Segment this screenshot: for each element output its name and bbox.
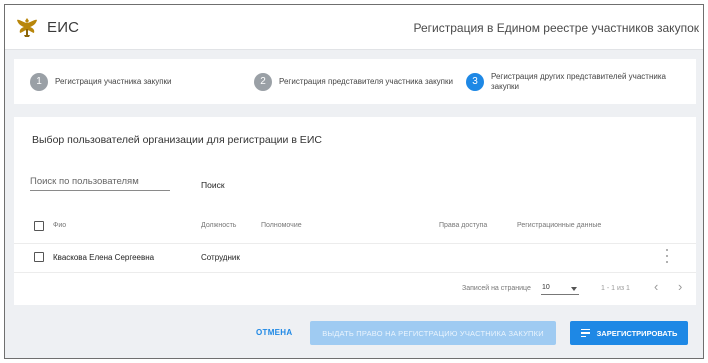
more-vert-icon[interactable] [664,249,670,263]
grant-registration-right-button[interactable]: ВЫДАТЬ ПРАВО НА РЕГИСТРАЦИЮ УЧАСТНИКА ЗА… [310,321,556,345]
step-label: Регистрация других представителей участн… [491,71,666,91]
column-header-position[interactable]: Должность [201,222,236,229]
app-window: ЕИС Регистрация в Едином реестре участни… [4,4,704,359]
divider [14,272,696,273]
eagle-emblem-icon [17,18,37,37]
step-3-active[interactable]: 3 Регистрация других представителей учас… [466,59,692,104]
register-button[interactable]: ЗАРЕГИСТРИРОВАТЬ [570,321,688,345]
cell-fio: Кваскова Елена Сергеевна [53,253,155,262]
chevron-left-icon[interactable]: ‹ [654,280,658,294]
step-number: 2 [254,72,272,91]
footer-actions: ОТМЕНА ВЫДАТЬ ПРАВО НА РЕГИСТРАЦИЮ УЧАСТ… [5,310,703,358]
row-checkbox[interactable] [34,252,44,262]
chevron-right-icon[interactable]: › [678,280,682,294]
select-all-checkbox[interactable] [34,221,44,231]
page-title: Регистрация в Едином реестре участников … [413,21,700,35]
column-header-fio[interactable]: Фио [53,222,66,229]
step-1[interactable]: 1 Регистрация участника закупки [30,59,172,104]
step-number: 3 [466,72,484,91]
column-header-access[interactable]: Права доступа [439,222,487,229]
pagination-range: 1 - 1 из 1 [601,285,630,292]
users-card: Выбор пользователей организации для реги… [14,117,696,305]
step-number: 1 [30,72,48,91]
cancel-button[interactable]: ОТМЕНА [256,328,292,337]
cell-position: Сотрудник [201,253,240,262]
checklist-icon [580,328,593,338]
column-header-authority[interactable]: Полномочие [261,222,302,229]
rows-per-page-label: Записей на странице [462,285,531,292]
brand-name: ЕИС [47,19,80,36]
search-button[interactable]: Поиск [201,180,225,190]
chevron-down-icon [571,287,577,291]
step-label: Регистрация представителя участника заку… [279,76,453,86]
section-title: Выбор пользователей организации для реги… [32,134,322,146]
divider [14,243,696,244]
register-button-label: ЗАРЕГИСТРИРОВАТЬ [596,328,678,338]
column-header-reg-data[interactable]: Регистрационные данные [517,222,601,229]
registration-stepper: 1 Регистрация участника закупки 2 Регист… [14,59,696,104]
step-2[interactable]: 2 Регистрация представителя участника за… [254,59,453,104]
rows-per-page-select[interactable]: 10 [541,282,579,295]
rows-per-page-value: 10 [542,284,550,291]
top-bar: ЕИС Регистрация в Едином реестре участни… [5,5,703,50]
user-search-input[interactable] [30,173,170,191]
step-label: Регистрация участника закупки [55,76,172,86]
